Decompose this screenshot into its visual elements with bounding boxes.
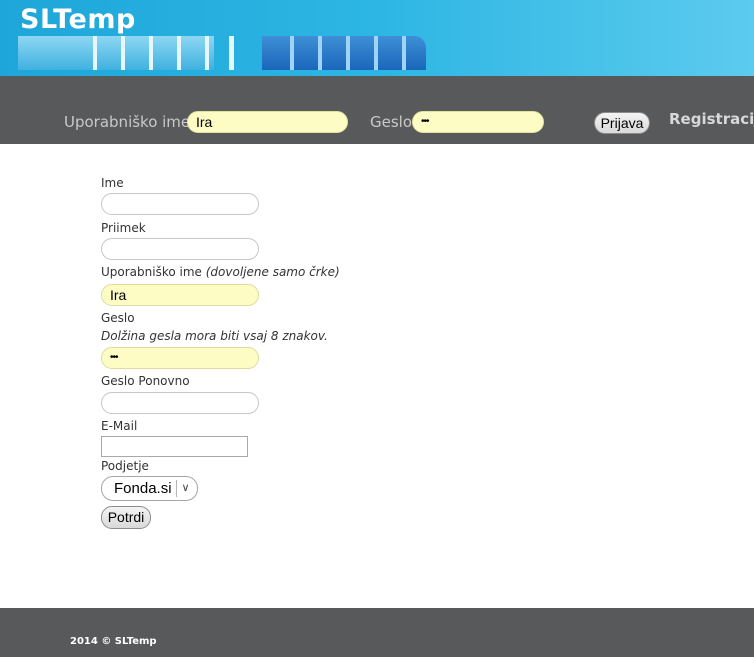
company-label: Podjetje [101, 459, 149, 473]
password-field[interactable]: ••• [101, 347, 259, 369]
app-title: SLTemp [20, 4, 136, 35]
login-password-input[interactable]: ••• [412, 111, 544, 133]
login-username-input[interactable]: Ira [187, 111, 348, 133]
password-repeat-label: Geslo Ponovno [101, 374, 190, 388]
username-hint: (dovoljene samo črke) [205, 265, 340, 279]
login-password-label: Geslo [370, 113, 413, 131]
last-name-field[interactable] [101, 238, 259, 260]
username-label: Uporabniško ime (dovoljene samo črke) [101, 265, 340, 279]
logo-graphic [18, 36, 426, 70]
footer-copyright: 2014 © SLTemp [70, 636, 157, 647]
chevron-down-icon[interactable]: ∨ [176, 480, 194, 497]
email-label: E-Mail [101, 419, 138, 433]
login-username-label: Uporabniško ime [64, 113, 191, 131]
company-select-value: Fonda.si [114, 480, 172, 497]
email-field[interactable] [101, 436, 248, 457]
password-label: Geslo [101, 311, 135, 325]
company-select[interactable]: Fonda.si ∨ [101, 476, 198, 501]
site-header: SLTemp [0, 0, 754, 76]
site-footer [0, 608, 754, 657]
last-name-label: Priimek [101, 221, 146, 235]
register-link[interactable]: Registracija [669, 110, 754, 128]
first-name-label: Ime [101, 176, 124, 190]
password-repeat-field[interactable] [101, 392, 259, 414]
username-field[interactable]: Ira [101, 284, 259, 306]
submit-button[interactable]: Potrdi [101, 506, 151, 529]
password-note: Dolžina gesla mora biti vsaj 8 znakov. [101, 329, 328, 343]
first-name-field[interactable] [101, 193, 259, 215]
login-button[interactable]: Prijava [594, 112, 650, 134]
